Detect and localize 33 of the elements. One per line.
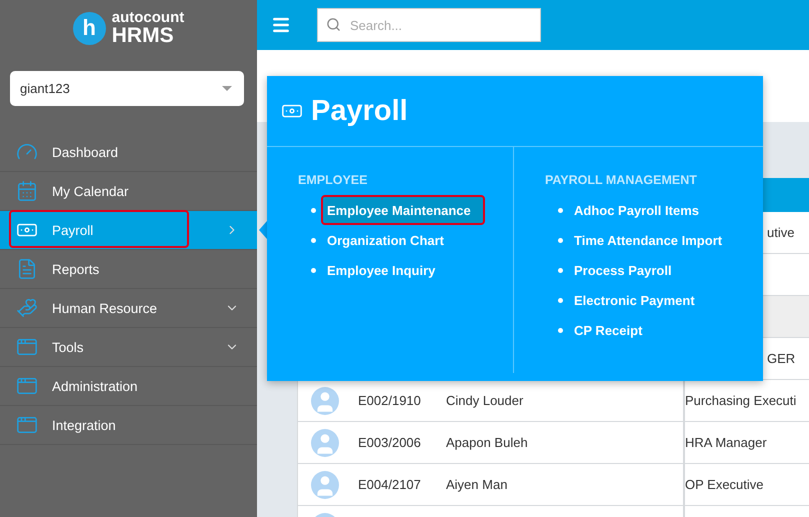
menu-link[interactable]: Organization Chart xyxy=(321,225,458,255)
menu-link[interactable]: Process Payroll xyxy=(568,255,686,285)
table-cell-text: Purchasing Executi xyxy=(685,393,798,408)
sidebar-item[interactable]: Human Resource xyxy=(0,289,257,328)
table-cell-text: E003/2006 xyxy=(358,435,422,450)
section-heading: PAYROLL MANAGEMENT xyxy=(545,173,697,187)
menu-link[interactable]: Employee Maintenance xyxy=(321,195,485,225)
sidebar-item[interactable]: Payroll xyxy=(0,211,257,250)
logo-mark: h xyxy=(72,12,106,44)
sidebar-item[interactable]: Tools xyxy=(0,328,257,367)
table-cell-text: Cindy Louder xyxy=(446,393,524,408)
table-cell-text: E002/1910 xyxy=(358,393,422,408)
table-cell-text: Apapon Buleh xyxy=(446,435,529,450)
product-name: HRMS xyxy=(112,25,174,46)
menu-link[interactable]: Adhoc Payroll Items xyxy=(568,195,713,225)
company-select[interactable]: giant123 xyxy=(10,71,244,106)
sidebar-item[interactable]: Reports xyxy=(0,250,257,289)
sidebar-item[interactable]: Integration xyxy=(0,406,257,445)
table-cell-text: OP Executive xyxy=(685,477,765,492)
sidebar-item[interactable]: Administration xyxy=(0,367,257,406)
table-cell-text: utive xyxy=(766,225,796,240)
menu-link[interactable]: Employee Inquiry xyxy=(321,255,450,285)
menu-link[interactable]: Electronic Payment xyxy=(568,285,709,315)
table-cell-text: E004/2107 xyxy=(358,477,422,492)
table-cell-text: Aiyen Man xyxy=(446,477,508,492)
section-heading: EMPLOYEE xyxy=(298,173,368,187)
brand-name: autocount xyxy=(112,10,184,25)
table-cell-text: GER xyxy=(766,351,796,366)
menu-link[interactable]: Time Attendance Import xyxy=(568,225,736,255)
menu-title: Payroll xyxy=(311,94,408,128)
table-cell-text: HRA Manager xyxy=(685,435,768,450)
menu-link[interactable]: CP Receipt xyxy=(568,315,656,345)
search-field[interactable]: Search... xyxy=(317,8,541,42)
